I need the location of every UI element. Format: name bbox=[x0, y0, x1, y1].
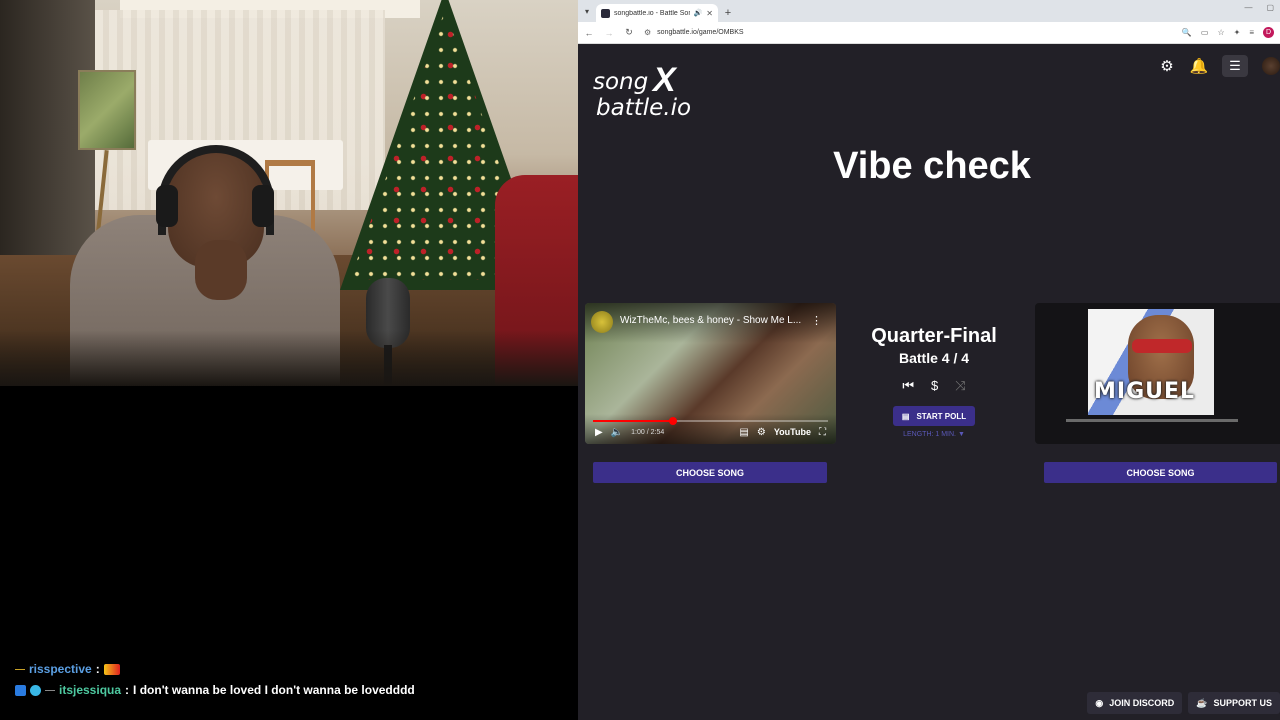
hamburger-menu-icon[interactable]: ☰ bbox=[1222, 55, 1248, 77]
chat-message: — itsjessiqua : I don't wanna be loved I… bbox=[15, 683, 415, 697]
battle-controls: ⏮ $ ⤨ bbox=[842, 378, 1026, 394]
page-title: Vibe check bbox=[833, 145, 1031, 187]
album-progress-strip bbox=[1066, 419, 1238, 422]
video-controls: ▶ 🔈 1:00 / 2:54 ▤ ⚙ YouTube ⛶ bbox=[585, 424, 836, 440]
album-cover: MIGUEL bbox=[1088, 309, 1214, 415]
album-artist-glasses bbox=[1132, 339, 1192, 353]
headset-right-ear bbox=[252, 185, 274, 227]
settings-gear-icon[interactable]: ⚙ bbox=[1158, 57, 1176, 75]
footer-actions: ◉ JOIN DISCORD ☕ SUPPORT US bbox=[1087, 692, 1280, 714]
video-time: 1:00 / 2:54 bbox=[631, 428, 665, 436]
left-video-player[interactable]: WizTheMc, bees & honey - Show Me L... ⋮ … bbox=[585, 303, 836, 444]
stream-chat: — risspective : — itsjessiqua : I don't … bbox=[0, 386, 578, 720]
extensions-icon[interactable]: ✦ bbox=[1234, 28, 1241, 37]
play-icon[interactable]: ▶ bbox=[595, 427, 603, 438]
start-poll-button[interactable]: ▤ START POLL bbox=[892, 406, 976, 426]
poll-length-select[interactable]: LENGTH: 1 MIN. ▼ bbox=[842, 431, 1026, 438]
back-icon[interactable]: ← bbox=[584, 28, 594, 38]
close-tab-icon[interactable]: ✕ bbox=[706, 9, 713, 18]
channel-avatar[interactable] bbox=[591, 311, 613, 333]
desk-shadow bbox=[0, 330, 578, 386]
chat-badge-icon bbox=[15, 684, 26, 696]
address-bar[interactable]: ⚙ songbattle.io/game/OMBKS bbox=[644, 25, 1172, 41]
chat-badge-icon: — bbox=[45, 684, 55, 696]
tab-strip: ▾ songbattle.io - Battle Songs 🔊 ✕ + — ▢ bbox=[578, 0, 1280, 22]
profile-avatar[interactable]: D bbox=[1263, 27, 1274, 38]
fullscreen-icon[interactable]: ⛶ bbox=[819, 427, 826, 438]
video-settings-icon[interactable]: ⚙ bbox=[757, 427, 766, 438]
site-info-icon[interactable]: ⚙ bbox=[644, 28, 651, 37]
new-tab-button[interactable]: + bbox=[718, 4, 738, 22]
album-artist-name: MIGUEL bbox=[1094, 379, 1196, 404]
video-progress-fill bbox=[593, 420, 673, 422]
right-video-player[interactable]: MIGUEL bbox=[1035, 303, 1280, 444]
poll-list-icon: ▤ bbox=[901, 411, 910, 421]
headset-left-ear bbox=[156, 185, 178, 227]
chat-text: I don't wanna be loved I don't wanna be … bbox=[133, 683, 415, 697]
chat-badge-icon: — bbox=[15, 663, 25, 675]
youtube-logo[interactable]: YouTube bbox=[774, 427, 811, 437]
tab-search-icon[interactable]: ▾ bbox=[578, 0, 596, 22]
streamer-hand bbox=[195, 240, 247, 300]
painting bbox=[78, 70, 136, 150]
coin-icon[interactable]: $ bbox=[931, 378, 938, 394]
video-title[interactable]: WizTheMc, bees & honey - Show Me L... bbox=[620, 315, 801, 326]
webcam-feed bbox=[0, 0, 578, 386]
zoom-icon[interactable]: 🔍 bbox=[1182, 28, 1192, 37]
chat-message: — risspective : bbox=[15, 662, 120, 676]
user-avatar[interactable] bbox=[1262, 57, 1280, 75]
maximize-icon[interactable]: ▢ bbox=[1266, 3, 1274, 12]
tab-songbattle[interactable]: songbattle.io - Battle Songs 🔊 ✕ bbox=[596, 4, 718, 22]
header-actions: ⚙ 🔔 ☰ bbox=[1158, 55, 1280, 77]
cast-icon[interactable]: ▭ bbox=[1201, 28, 1209, 37]
toolbar-icons: 🔍 ▭ ☆ ✦ ≡ D bbox=[1182, 27, 1274, 38]
chat-separator: : bbox=[125, 683, 130, 697]
support-us-button[interactable]: ☕ SUPPORT US bbox=[1188, 692, 1280, 714]
chat-separator: : bbox=[95, 662, 100, 676]
support-cup-icon: ☕ bbox=[1196, 697, 1208, 708]
choose-song-right-button[interactable]: CHOOSE SONG bbox=[1044, 462, 1277, 483]
video-progress-bar[interactable] bbox=[593, 417, 828, 425]
browser-window: ▾ songbattle.io - Battle Songs 🔊 ✕ + — ▢… bbox=[578, 0, 1280, 720]
audio-playing-icon[interactable]: 🔊 bbox=[694, 9, 703, 17]
chat-emote-icon bbox=[103, 663, 120, 675]
minimize-icon[interactable]: — bbox=[1244, 3, 1252, 12]
reload-icon[interactable]: ↻ bbox=[624, 27, 634, 38]
round-title: Quarter-Final bbox=[871, 325, 997, 347]
battle-info: Quarter-Final Battle 4 / 4 ⏮ $ ⤨ ▤ START… bbox=[842, 325, 1026, 438]
site-favicon-icon bbox=[601, 8, 610, 18]
support-us-label: SUPPORT US bbox=[1213, 698, 1272, 708]
url-text: songbattle.io/game/OMBKS bbox=[657, 29, 744, 36]
captions-icon[interactable]: ▤ bbox=[739, 427, 748, 438]
tab-title: songbattle.io - Battle Songs bbox=[614, 9, 690, 17]
chat-badge-icon bbox=[30, 684, 41, 696]
media-control-icon[interactable]: ≡ bbox=[1249, 28, 1254, 37]
logo-song-text: song bbox=[593, 69, 649, 95]
chat-username: risspective bbox=[29, 662, 92, 676]
battle-number: Battle 4 / 4 bbox=[898, 350, 970, 366]
more-options-icon[interactable]: ⋮ bbox=[811, 314, 822, 327]
chat-username: itsjessiqua bbox=[59, 683, 122, 697]
discord-icon: ◉ bbox=[1095, 697, 1104, 708]
forward-icon[interactable]: → bbox=[604, 28, 614, 38]
volume-icon[interactable]: 🔈 bbox=[611, 427, 623, 438]
join-discord-button[interactable]: ◉ JOIN DISCORD bbox=[1087, 692, 1183, 714]
join-discord-label: JOIN DISCORD bbox=[1109, 698, 1175, 708]
songbattle-page: song X battle.io ⚙ 🔔 ☰ Vibe check WizThe… bbox=[578, 45, 1280, 720]
window-controls: — ▢ bbox=[1244, 3, 1274, 12]
start-poll-label: START POLL bbox=[916, 411, 967, 421]
shuffle-icon[interactable]: ⤨ bbox=[955, 378, 965, 394]
browser-toolbar: ← → ↻ ⚙ songbattle.io/game/OMBKS 🔍 ▭ ☆ ✦… bbox=[578, 22, 1280, 44]
site-logo[interactable]: song X battle.io bbox=[593, 55, 703, 125]
notification-bell-icon[interactable]: 🔔 bbox=[1190, 57, 1209, 75]
choose-song-left-button[interactable]: CHOOSE SONG bbox=[593, 462, 827, 483]
previous-icon[interactable]: ⏮ bbox=[902, 378, 914, 394]
logo-battle-text: battle.io bbox=[596, 95, 692, 121]
bookmark-star-icon[interactable]: ☆ bbox=[1217, 28, 1224, 37]
